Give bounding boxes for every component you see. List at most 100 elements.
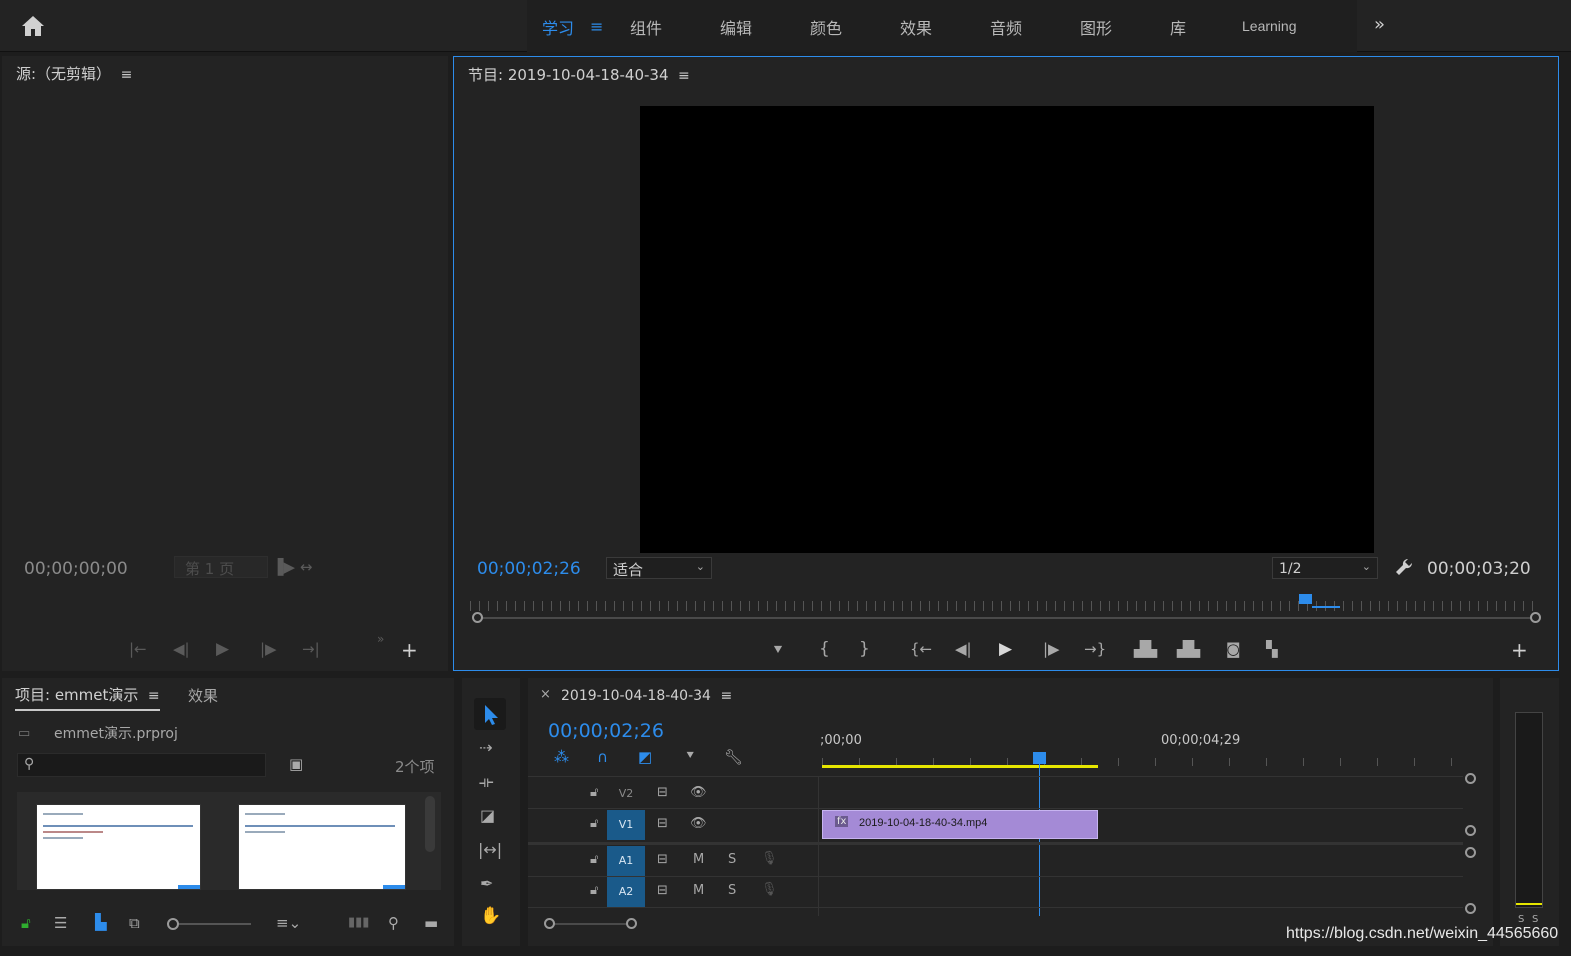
- timeline-zoom-handle-right[interactable]: [626, 918, 637, 929]
- program-menu-icon[interactable]: ≡: [674, 68, 690, 84]
- program-zoom-handle-left[interactable]: [472, 612, 483, 623]
- home-icon[interactable]: [20, 14, 46, 38]
- program-zoom-bar[interactable]: [478, 617, 1536, 619]
- sync-lock-icon[interactable]: ⊟: [657, 816, 668, 831]
- freeform-view-icon[interactable]: ⧉: [129, 914, 140, 932]
- go-to-out-icon[interactable]: →}: [1084, 640, 1106, 658]
- automate-icon[interactable]: ▮▮▮: [348, 915, 369, 930]
- eye-icon[interactable]: 👁︎: [690, 816, 707, 831]
- meter-solo-left[interactable]: S: [1518, 914, 1524, 925]
- project-search-input[interactable]: ⚲: [17, 753, 266, 777]
- source-timecode[interactable]: 00;00;00;00: [24, 559, 128, 579]
- hand-tool-icon[interactable]: ✋: [480, 906, 501, 926]
- play-icon[interactable]: ▶: [999, 639, 1012, 659]
- sequence-name[interactable]: 2019-10-04-18-40-34: [561, 688, 711, 704]
- list-view-icon[interactable]: ☰: [54, 914, 67, 932]
- tab-graphics[interactable]: 图形: [1080, 15, 1112, 39]
- tab-effects[interactable]: 效果: [900, 15, 932, 39]
- work-area-bar[interactable]: [822, 765, 1098, 768]
- program-add-button-icon[interactable]: +: [1511, 638, 1528, 662]
- solo-button[interactable]: S: [728, 883, 736, 898]
- workspace-menu-icon[interactable]: ≡: [590, 17, 603, 36]
- go-to-in-icon[interactable]: {←: [910, 640, 932, 658]
- vertical-scroll-handle[interactable]: [1465, 903, 1476, 914]
- tab-audio[interactable]: 音频: [990, 15, 1022, 39]
- step-back-icon[interactable]: ◀|: [955, 640, 972, 658]
- zoom-slider[interactable]: [179, 923, 251, 925]
- sync-lock-icon[interactable]: ⊟: [657, 883, 668, 898]
- track-select-tool-icon[interactable]: ⇢: [479, 738, 492, 757]
- source-step-back-icon[interactable]: ◀|: [173, 640, 190, 658]
- timeline-timecode[interactable]: 00;00;02;26: [548, 720, 664, 742]
- nest-icon[interactable]: ⁂: [554, 748, 569, 766]
- timeline-playhead-head[interactable]: [1033, 752, 1046, 764]
- vertical-scroll-handle[interactable]: [1465, 773, 1476, 784]
- project-item-thumbnail[interactable]: [36, 804, 201, 890]
- resolution-dropdown[interactable]: 1/2 ⌄: [1272, 557, 1378, 579]
- vertical-scroll-handle[interactable]: [1465, 825, 1476, 836]
- lock-icon[interactable]: 🔓︎: [21, 914, 31, 932]
- source-title[interactable]: 源:（无剪辑）: [16, 65, 111, 83]
- compare-view-icon[interactable]: ▚: [1266, 640, 1278, 658]
- close-icon[interactable]: ×: [540, 687, 551, 702]
- add-marker-icon[interactable]: ⯆: [685, 749, 695, 764]
- video-clip[interactable]: fx 2019-10-04-18-40-34.mp4: [822, 810, 1098, 839]
- vertical-scroll-handle[interactable]: [1465, 847, 1476, 858]
- new-bin-icon[interactable]: ▬: [424, 914, 438, 932]
- project-tab[interactable]: 项目: emmet演示 ≡: [15, 684, 160, 711]
- project-scrollbar[interactable]: [425, 796, 435, 852]
- selection-tool-icon[interactable]: [474, 698, 506, 730]
- program-playhead[interactable]: [1299, 594, 1312, 604]
- source-menu-icon[interactable]: ≡: [116, 67, 133, 83]
- lock-icon[interactable]: 🔓︎: [590, 816, 598, 831]
- timeline-menu-icon[interactable]: ≡: [716, 688, 733, 704]
- source-play-icon[interactable]: ▶: [216, 639, 229, 659]
- track-a1-label[interactable]: A1: [607, 846, 645, 876]
- timeline-playhead[interactable]: [1039, 764, 1040, 916]
- razor-tool-icon[interactable]: ◪: [480, 806, 495, 825]
- track-v1-label[interactable]: V1: [607, 810, 645, 840]
- program-timecode[interactable]: 00;00;02;26: [477, 559, 581, 579]
- source-go-to-in-icon[interactable]: |←: [129, 640, 147, 658]
- meter-solo-right[interactable]: S: [1532, 914, 1538, 925]
- mark-in-icon[interactable]: {: [819, 639, 830, 659]
- tab-learn[interactable]: 学习: [542, 15, 574, 39]
- tab-assembly[interactable]: 组件: [630, 15, 662, 39]
- step-forward-icon[interactable]: |▶: [1043, 640, 1060, 658]
- sort-icon[interactable]: ≡⌄: [276, 914, 301, 932]
- source-go-to-out-icon[interactable]: →|: [302, 640, 320, 658]
- program-video-frame[interactable]: [640, 106, 1374, 553]
- solo-button[interactable]: S: [728, 852, 736, 867]
- tab-libraries[interactable]: 库: [1170, 15, 1186, 39]
- track-a2-label[interactable]: A2: [607, 877, 645, 907]
- new-search-bin-icon[interactable]: ▣: [289, 755, 303, 773]
- effects-tab[interactable]: 效果: [188, 685, 218, 706]
- icon-view-icon[interactable]: ▙: [95, 913, 107, 931]
- fit-dropdown[interactable]: 适合 ⌄: [606, 557, 712, 579]
- sync-lock-icon[interactable]: ⊟: [657, 852, 668, 867]
- timeline-zoom-handle-left[interactable]: [544, 918, 555, 929]
- mark-out-icon[interactable]: }: [859, 639, 870, 659]
- microphone-icon[interactable]: 🎙︎: [761, 851, 778, 866]
- lock-icon[interactable]: 🔓︎: [590, 785, 598, 800]
- lift-icon[interactable]: ▟▙: [1134, 640, 1157, 658]
- timeline-zoom-bar[interactable]: [550, 923, 632, 925]
- project-item-thumbnail[interactable]: [238, 804, 406, 890]
- tab-color[interactable]: 颜色: [810, 15, 842, 39]
- tab-learning[interactable]: Learning: [1242, 18, 1297, 34]
- pen-tool-icon[interactable]: ✒: [480, 874, 493, 893]
- find-icon[interactable]: ⚲: [388, 914, 399, 932]
- tab-editing[interactable]: 编辑: [720, 15, 752, 39]
- linked-selection-icon[interactable]: ◩: [638, 748, 652, 766]
- program-zoom-handle-right[interactable]: [1530, 612, 1541, 623]
- zoom-slider-handle[interactable]: [167, 918, 179, 930]
- track-v2-label[interactable]: V2: [607, 779, 645, 809]
- project-menu-icon[interactable]: ≡: [143, 688, 160, 704]
- extract-icon[interactable]: ▟▙: [1177, 640, 1200, 658]
- eye-icon[interactable]: 👁︎: [690, 785, 707, 800]
- mute-button[interactable]: M: [693, 852, 704, 867]
- ripple-edit-tool-icon[interactable]: ⟛: [479, 772, 494, 792]
- add-marker-icon[interactable]: ⯆: [772, 641, 784, 659]
- sync-lock-icon[interactable]: ⊟: [657, 785, 668, 800]
- slip-tool-icon[interactable]: |↔|: [478, 840, 502, 859]
